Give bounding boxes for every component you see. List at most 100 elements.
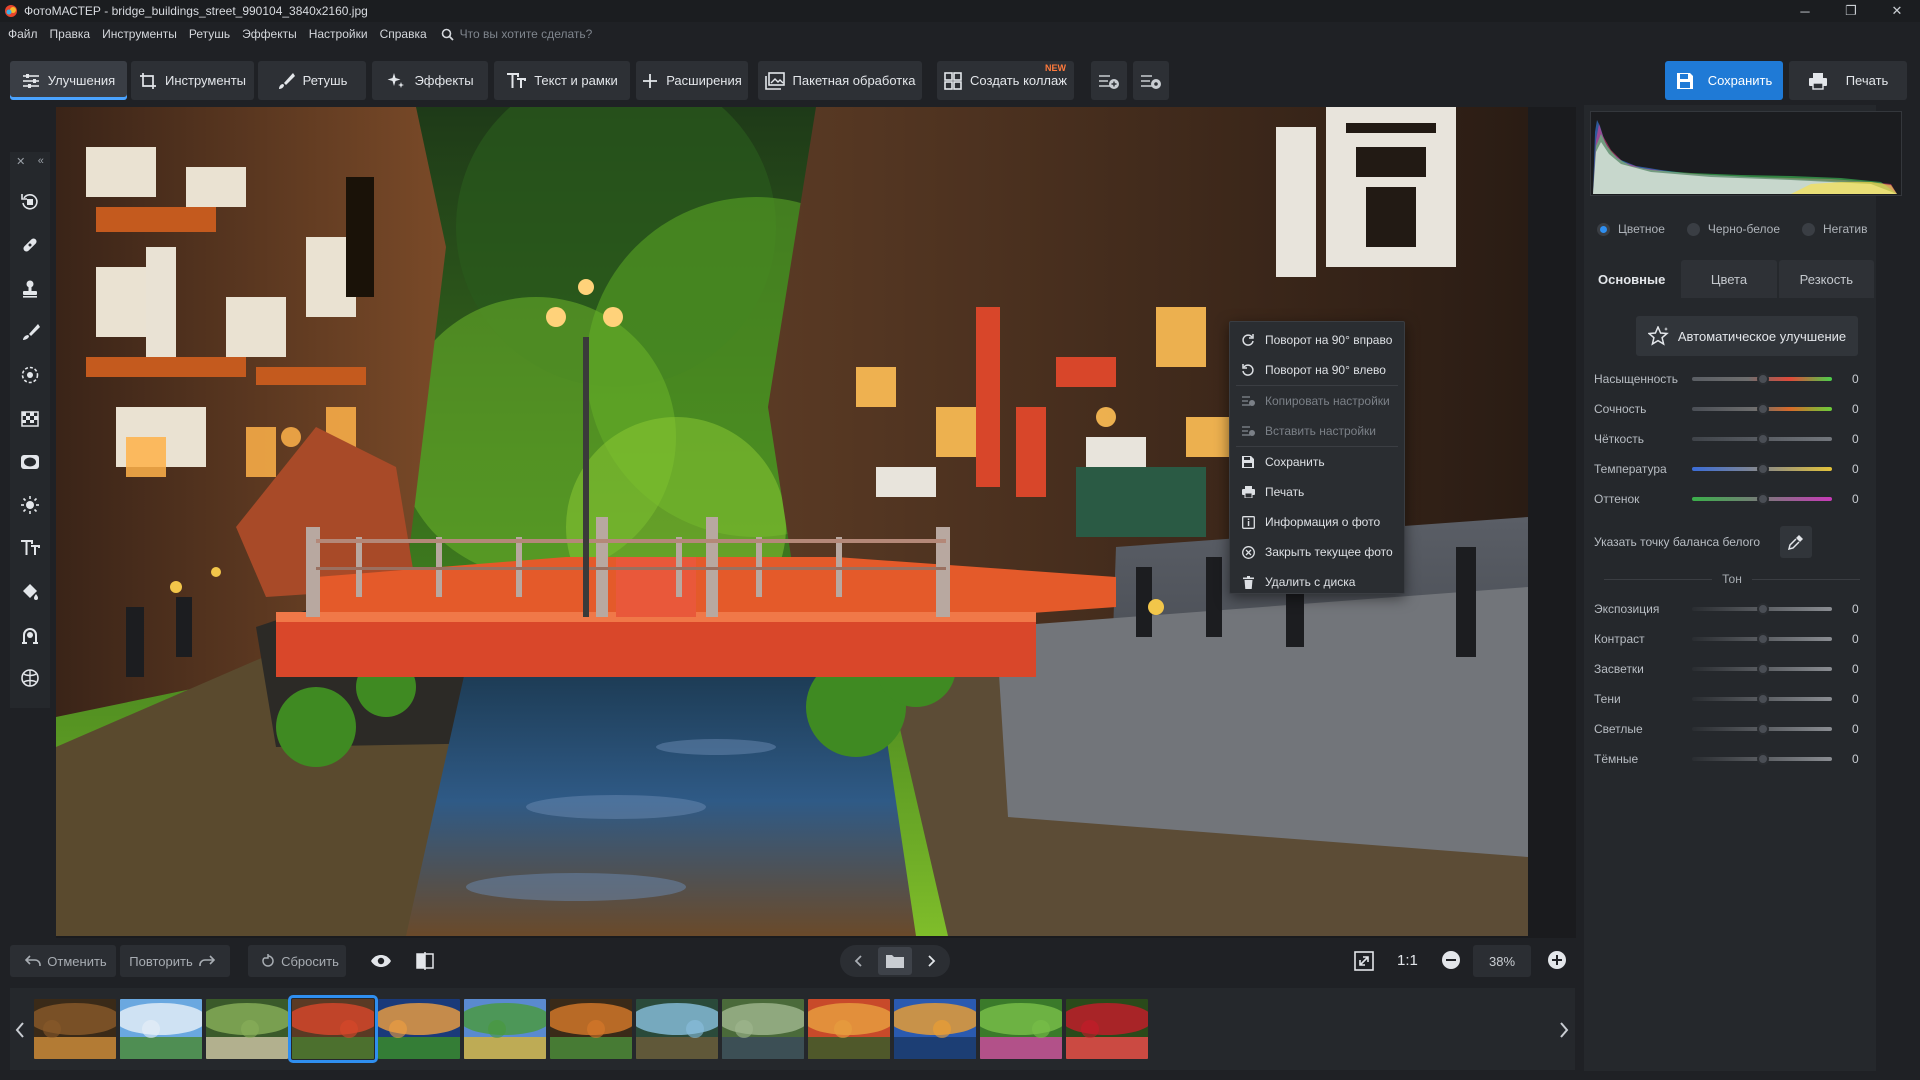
tool-healing[interactable] [10,230,50,260]
tool-gradient[interactable] [10,404,50,434]
menu-retouch[interactable]: Ретушь [189,27,230,41]
filmstrip-prev-button[interactable] [11,1000,29,1060]
mode-negative[interactable]: Негатив [1802,222,1867,236]
presets-add-button[interactable] [1091,61,1127,100]
zoom-level[interactable]: 38% [1473,945,1531,977]
minimize-button[interactable]: ─ [1782,0,1828,22]
menu-help[interactable]: Справка [380,27,427,41]
tab-enhancements[interactable]: Улучшения [10,61,127,100]
filmstrip-thumbnail[interactable] [464,999,546,1059]
menu-tools[interactable]: Инструменты [102,27,177,41]
globe-icon [21,669,39,688]
context-paste-settings[interactable]: Вставить настройки [1230,416,1404,446]
filmstrip-thumbnail[interactable] [980,999,1062,1059]
tool-radial-filter[interactable] [10,360,50,390]
slider-handle[interactable] [1757,403,1769,415]
context-rotate-left[interactable]: Поворот на 90° влево [1230,355,1404,385]
print-button[interactable]: Печать [1789,61,1907,100]
tab-collage[interactable]: Создать коллаж NEW [937,61,1074,100]
tool-rotate[interactable] [10,187,50,217]
filmstrip-thumbnail[interactable] [34,999,116,1059]
context-photo-info[interactable]: Информация о фото [1230,507,1404,537]
tool-globe[interactable] [10,663,50,693]
slider-handle[interactable] [1757,723,1769,735]
mode-bw[interactable]: Черно-белое [1686,222,1781,236]
tab-colors[interactable]: Цвета [1681,260,1777,298]
rail-close-icon[interactable]: ✕ [16,155,25,168]
context-close-photo-label: Закрыть текущее фото [1265,545,1393,559]
fit-to-screen-button[interactable] [1350,947,1378,975]
zoom-in-button[interactable] [1545,948,1569,972]
slider-handle[interactable] [1757,463,1769,475]
save-button-label: Сохранить [1707,73,1773,88]
menu-settings[interactable]: Настройки [309,27,368,41]
slider-handle[interactable] [1757,663,1769,675]
zoom-out-button[interactable] [1439,948,1463,972]
tool-fill[interactable] [10,577,50,607]
preview-toggle[interactable] [366,947,396,975]
tool-vignette[interactable] [10,447,50,477]
context-rotate-right[interactable]: Поворот на 90° вправо [1230,325,1404,355]
filmstrip-thumbnail[interactable] [636,999,718,1059]
open-folder-button[interactable] [878,947,912,975]
context-close-photo[interactable]: Закрыть текущее фото [1230,537,1404,567]
tab-text-frames[interactable]: Текст и рамки [494,61,630,100]
menu-file[interactable]: Файл [8,27,38,41]
filmstrip-thumbnail[interactable] [808,999,890,1059]
print-icon [1240,484,1256,500]
tab-batch[interactable]: Пакетная обработка [758,61,922,100]
auto-enhance-button[interactable]: Автоматическое улучшение [1636,316,1858,356]
slider-handle[interactable] [1757,433,1769,445]
context-print[interactable]: Печать [1230,477,1404,507]
slider-handle[interactable] [1757,633,1769,645]
context-copy-settings[interactable]: Копировать настройки [1230,386,1404,416]
tool-text[interactable] [10,533,50,563]
close-window-button[interactable]: ✕ [1874,0,1920,22]
maximize-button[interactable]: ❐ [1828,0,1874,22]
slider-handle[interactable] [1757,493,1769,505]
tab-basic[interactable]: Основные [1584,260,1680,298]
filmstrip-thumbnail[interactable] [1066,999,1148,1059]
tab-retouch[interactable]: Ретушь [258,61,366,100]
filmstrip-thumbnail[interactable] [550,999,632,1059]
filmstrip-thumbnail[interactable] [894,999,976,1059]
filmstrip-thumbnail[interactable] [206,999,288,1059]
tool-stamp[interactable] [10,274,50,304]
filmstrip-thumbnail[interactable] [722,999,804,1059]
filmstrip-thumbnail[interactable] [288,995,378,1063]
slider-handle[interactable] [1757,753,1769,765]
menu-edit[interactable]: Правка [50,27,91,41]
filmstrip-thumbnail[interactable] [120,999,202,1059]
redo-button[interactable]: Повторить [120,945,230,977]
slider-handle[interactable] [1757,373,1769,385]
filmstrip-thumbnail[interactable] [378,999,460,1059]
context-save[interactable]: Сохранить [1230,447,1404,477]
tool-portrait[interactable] [10,620,50,650]
tab-tools[interactable]: Инструменты [131,61,254,100]
tab-effects[interactable]: Эффекты [372,61,488,100]
mode-color[interactable]: Цветное [1597,222,1665,236]
save-button[interactable]: Сохранить [1665,61,1783,100]
tool-light[interactable] [10,490,50,520]
next-photo-button[interactable] [914,945,950,977]
prev-photo-button[interactable] [840,945,876,977]
tab-collage-label: Создать коллаж [970,73,1067,88]
presets-manage-button[interactable] [1133,61,1169,100]
tool-brush[interactable] [10,317,50,347]
compare-toggle[interactable] [410,947,440,975]
white-balance-picker-button[interactable] [1780,526,1812,558]
menu-effects[interactable]: Эффекты [242,27,297,41]
slider-handle[interactable] [1757,693,1769,705]
menu-search[interactable]: Что вы хотите сделать? [441,27,592,41]
undo-button[interactable]: Отменить [10,945,116,977]
reset-button[interactable]: Сбросить [248,945,346,977]
tab-extensions[interactable]: Расширения [636,61,748,100]
filmstrip-next-button[interactable] [1555,1000,1573,1060]
slider-handle[interactable] [1757,603,1769,615]
tab-sharpness[interactable]: Резкость [1778,260,1874,298]
context-delete[interactable]: Удалить с диска [1230,567,1404,597]
mode-bw-label: Черно-белое [1707,222,1781,236]
zoom-1to1-button[interactable]: 1:1 [1397,952,1418,969]
rail-collapse-icon[interactable]: « [38,155,44,167]
slider-value: 0 [1852,432,1859,446]
